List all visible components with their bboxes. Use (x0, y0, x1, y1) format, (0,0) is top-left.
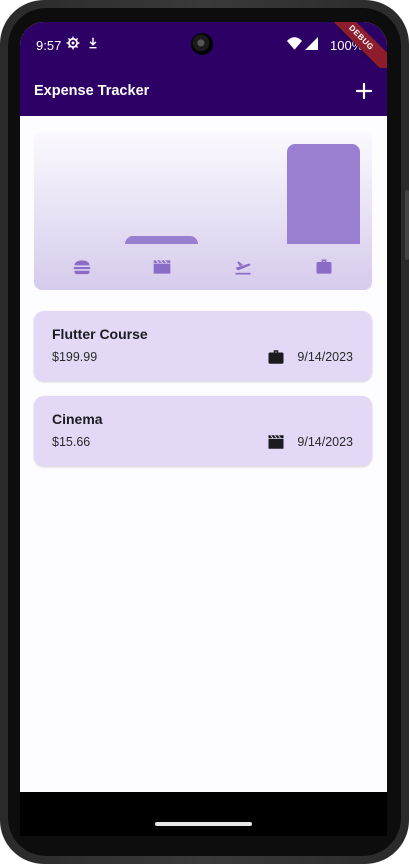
expense-amount: $199.99 (52, 350, 98, 364)
expense-date: 9/14/2023 (297, 350, 353, 364)
chart-bars-area (34, 132, 372, 244)
power-button (405, 190, 409, 260)
chart-bar-work (287, 144, 360, 244)
expense-date: 9/14/2023 (297, 435, 353, 449)
app-screen: 9:57 100% DEBUG Expense Tracker Flutter … (20, 22, 387, 836)
front-camera (191, 33, 213, 55)
settings-gear-icon (66, 36, 80, 50)
wifi-icon (287, 37, 302, 50)
clapperboard-icon (153, 259, 171, 274)
status-time: 9:57 (36, 38, 62, 53)
chart-bar-leisure (125, 236, 198, 244)
plane-icon (235, 261, 251, 275)
briefcase-icon (268, 350, 284, 364)
expense-item-flutter-course[interactable]: Flutter Course $199.99 9/14/2023 (34, 311, 372, 381)
expense-chart (34, 132, 372, 290)
cell-signal-icon (305, 37, 318, 50)
plus-icon (355, 82, 373, 100)
burger-icon (73, 260, 91, 275)
add-expense-button[interactable] (351, 78, 377, 104)
expense-item-cinema[interactable]: Cinema $15.66 9/14/2023 (34, 396, 372, 466)
home-indicator[interactable] (155, 822, 252, 826)
briefcase-icon (316, 259, 332, 274)
status-bar: 9:57 100% DEBUG (20, 22, 387, 80)
expense-title: Flutter Course (52, 326, 148, 342)
navigation-bar (20, 792, 387, 836)
app-bar: Expense Tracker (20, 68, 387, 116)
clapperboard-icon (268, 434, 284, 449)
expense-title: Cinema (52, 411, 103, 427)
app-title: Expense Tracker (34, 83, 150, 99)
download-notification-icon (89, 37, 97, 49)
expense-amount: $15.66 (52, 435, 91, 449)
